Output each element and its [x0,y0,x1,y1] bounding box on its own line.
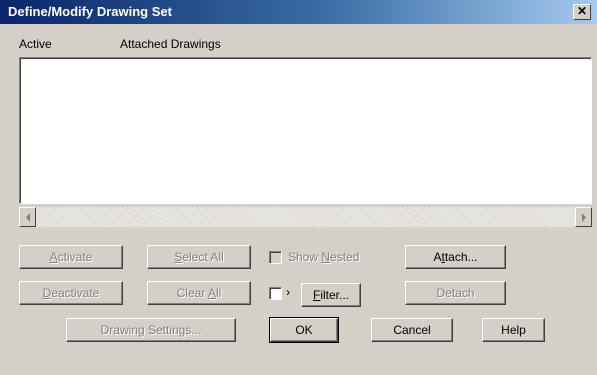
title-bar[interactable]: Define/Modify Drawing Set ✕ [0,0,597,24]
show-nested-checkbox[interactable] [269,251,282,264]
ok-label: OK [295,323,313,337]
deactivate-label-post: eactivate [51,286,100,300]
detach-button[interactable]: Detach [405,281,506,305]
show-nested-label: Show Nested [288,250,359,264]
filter-label-post: ilter... [320,288,350,302]
close-button[interactable]: ✕ [573,4,591,20]
activate-label-post: ctivate [57,250,93,264]
filter-button[interactable]: Filter... [301,283,361,307]
column-header-attached-drawings[interactable]: Attached Drawings [120,37,221,51]
cancel-label: Cancel [393,323,431,337]
window-title: Define/Modify Drawing Set [8,4,172,19]
filter-indicator-icon: › [286,285,290,299]
attach-label-post: tach... [444,250,478,264]
ok-button[interactable]: OK [269,317,339,343]
drawing-settings-label-pre: Drawin [100,323,138,337]
help-label: Help [501,323,526,337]
clear-all-label-post: ll [216,286,222,300]
arrow-left-icon [26,213,30,222]
activate-label-key: A [49,250,58,264]
drawing-settings-button[interactable]: Drawing Settings... [66,318,236,342]
clear-all-button[interactable]: Clear All [147,281,251,305]
select-all-button[interactable]: Select All [147,245,251,269]
attach-button[interactable]: Attach... [405,245,506,269]
attached-drawings-list[interactable] [19,57,592,204]
deactivate-label-key: D [42,286,52,300]
show-nested-label-key: N [321,250,331,264]
horizontal-scrollbar[interactable] [19,207,592,227]
scroll-left-button[interactable] [19,207,36,227]
close-icon: ✕ [576,4,588,18]
arrow-right-icon [582,213,586,222]
column-header-active[interactable]: Active [19,37,52,51]
cancel-button[interactable]: Cancel [371,318,453,342]
scroll-right-button[interactable] [575,207,592,227]
activate-button[interactable]: Activate [19,245,123,269]
clear-all-label-pre: Clear [176,286,208,300]
clear-all-label-key: A [208,286,217,300]
filter-enable-checkbox[interactable] [269,287,282,300]
drawing-settings-label-post: Settings... [144,323,202,337]
drawing-settings-label-key: g [137,323,145,337]
show-nested-label-pre: Show [288,250,322,264]
define-modify-drawing-set-dialog: Define/Modify Drawing Set ✕ Active Attac… [0,0,597,375]
detach-label: Detach [436,286,475,300]
select-all-label-post: elect All [182,250,224,264]
show-nested-label-post: ested [330,250,360,264]
deactivate-button[interactable]: Deactivate [19,281,123,305]
help-button[interactable]: Help [482,318,545,342]
